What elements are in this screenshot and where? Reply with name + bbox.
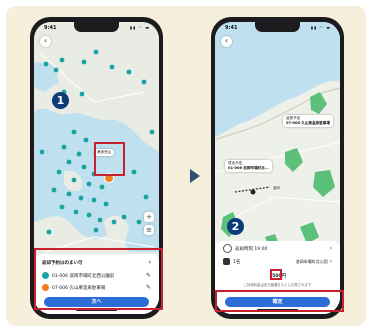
zoom-in-button[interactable]: + [144, 212, 154, 222]
person-icon [223, 258, 230, 265]
return-station-label[interactable]: 返却予定 07-006 久山東温泉駐車場 [283, 115, 333, 127]
return-time: 返却時刻 19:00 [235, 246, 268, 252]
clock-icon [223, 244, 232, 253]
status-time: 9:41 [44, 25, 57, 31]
highlight-station-box [94, 142, 125, 176]
chevron-right-icon: › [329, 245, 332, 252]
return-time-row[interactable]: 返却時刻 19:00 › [223, 243, 332, 254]
highlight-sheet-box [34, 248, 163, 310]
step-badge-1: 1 [52, 92, 69, 109]
highlight-confirm-box [215, 290, 344, 312]
label-text: 01-006 浪岡市場町北... [228, 166, 269, 170]
step-badge-2: 2 [227, 218, 244, 235]
signal-icons: ▮▮ ◠ ▬ [129, 25, 150, 30]
notch [74, 22, 119, 32]
passenger-count: 1名 [233, 259, 241, 265]
layers-button[interactable]: ≡ [144, 225, 154, 235]
note-row: ご利用料金は走行距離をもとに計算されます [223, 279, 332, 290]
price-note: ご利用料金は走行距離をもとに計算されます [243, 283, 312, 287]
back-button[interactable]: ‹ [40, 36, 51, 47]
passenger-row[interactable]: 1名 浪岡市場町北公園 › [223, 256, 332, 267]
rental-station-label[interactable]: 貸出予定 01-006 浪岡市場町北... [225, 160, 272, 172]
chevron-right-icon: › [329, 258, 332, 265]
label-text: 07-006 久山東温泉駐車場 [286, 121, 330, 125]
arrow-right-icon [190, 169, 200, 183]
status-time: 9:41 [225, 25, 238, 31]
notch [255, 22, 300, 32]
back-button[interactable]: ‹ [221, 36, 232, 47]
highlight-price-box [270, 269, 282, 280]
place-label: 浪岡 [273, 186, 280, 190]
signal-icons: ▮▮ ◠ ▬ [310, 25, 331, 30]
passenger-value: 浪岡市場町北公園 [295, 258, 328, 264]
